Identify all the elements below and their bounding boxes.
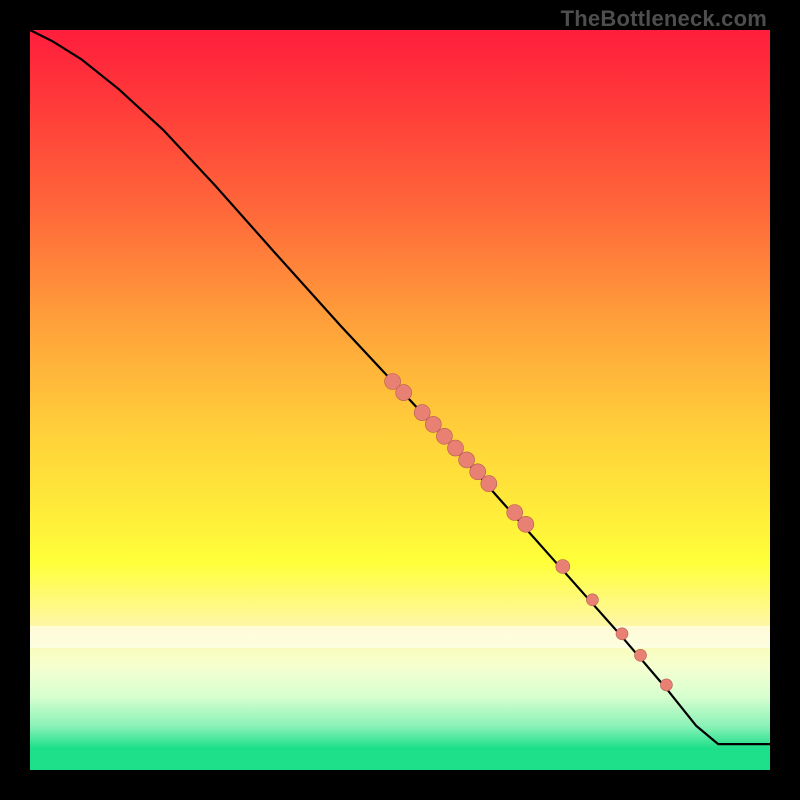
data-marker [481,476,497,492]
data-marker [556,560,570,574]
chart-stage: TheBottleneck.com [0,0,800,800]
data-marker [635,649,647,661]
plot-area [30,30,770,770]
markers-group [385,374,673,691]
data-marker [470,464,486,480]
data-marker [507,505,523,521]
data-marker [414,405,430,421]
data-marker [396,385,412,401]
data-marker [459,452,475,468]
trend-line [30,30,770,744]
highlight-band [30,626,770,648]
data-marker [616,628,628,640]
data-marker [660,679,672,691]
data-marker [436,428,452,444]
data-marker [518,516,534,532]
data-marker [425,416,441,432]
data-marker [448,440,464,456]
data-marker [586,594,598,606]
chart-svg [30,30,770,770]
data-marker [385,374,401,390]
watermark-text: TheBottleneck.com [561,6,767,32]
